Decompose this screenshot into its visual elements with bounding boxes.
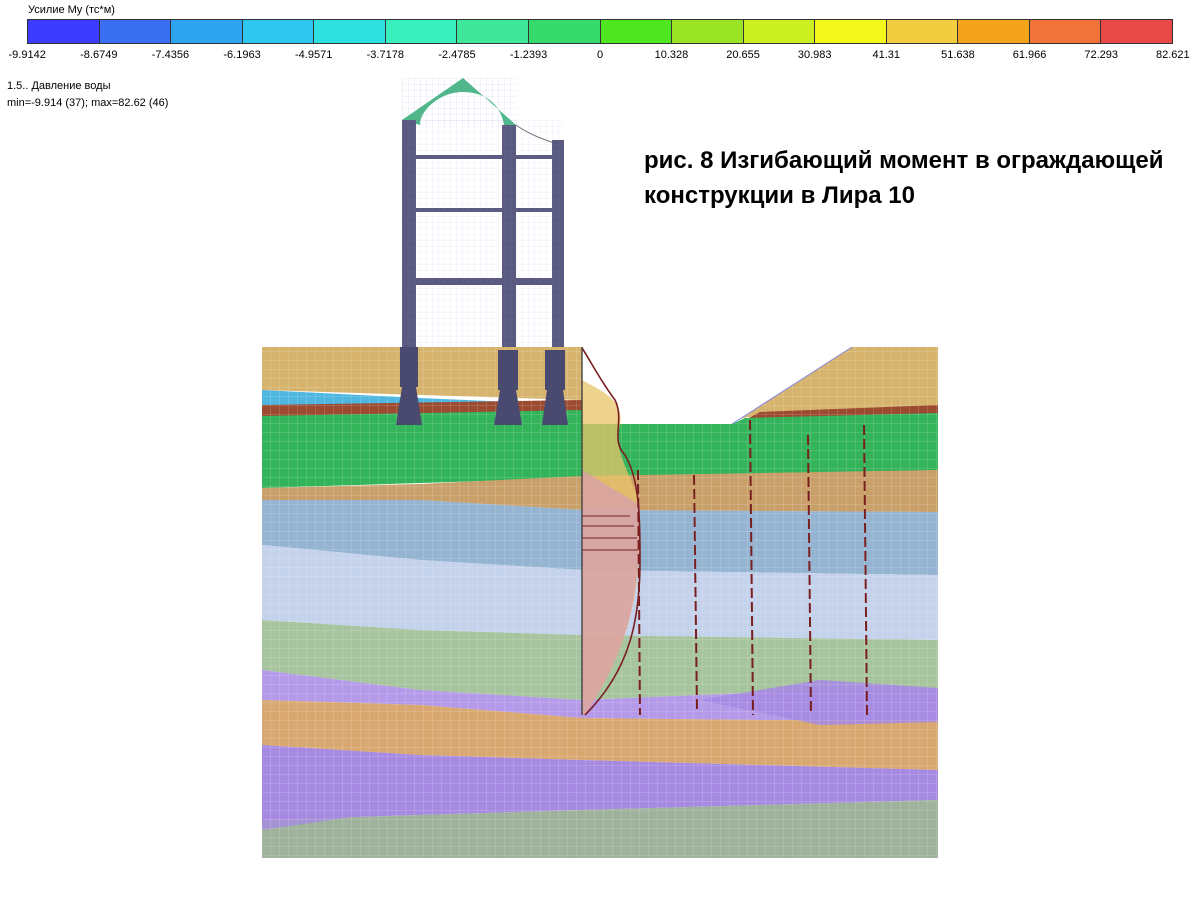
figure-caption: рис. 8 Изгибающий момент в ограждающей к… bbox=[644, 147, 1164, 209]
fe-model-view[interactable] bbox=[0, 0, 1200, 900]
frame-mesh bbox=[402, 120, 564, 347]
arch-mesh bbox=[402, 78, 516, 125]
foundation-center bbox=[498, 350, 518, 390]
foundation-right bbox=[545, 350, 565, 390]
foundation-left bbox=[400, 347, 418, 387]
